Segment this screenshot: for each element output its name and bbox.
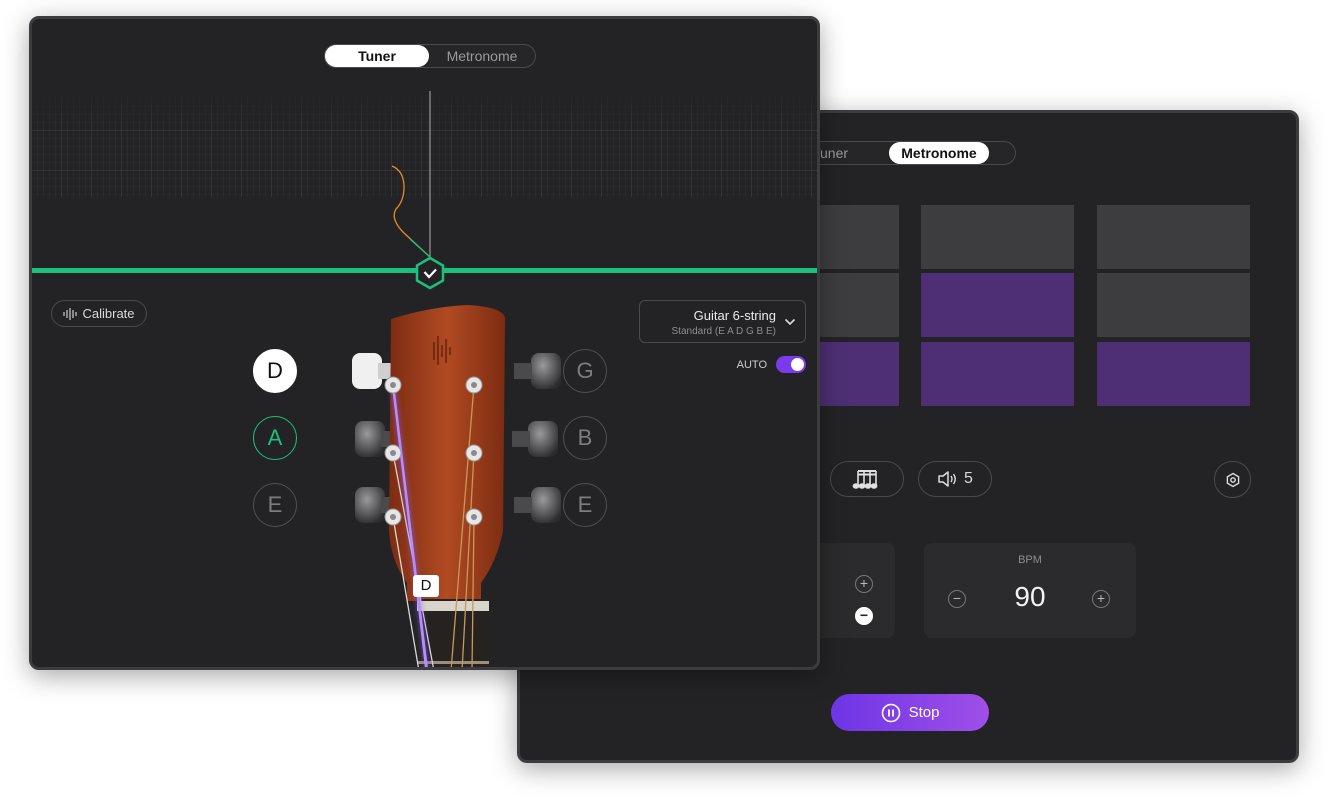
instrument-name: Guitar 6-string bbox=[693, 308, 776, 323]
volume-value: 5 bbox=[964, 470, 973, 487]
settings-button[interactable] bbox=[1214, 461, 1251, 498]
beat-pad[interactable] bbox=[921, 205, 1074, 269]
in-tune-indicator-icon bbox=[415, 256, 445, 290]
chevron-down-icon bbox=[784, 318, 796, 326]
beat-pad[interactable] bbox=[921, 342, 1074, 406]
sixteenth-notes-icon bbox=[852, 470, 878, 489]
left-string-note-3[interactable]: E bbox=[253, 483, 297, 527]
pause-icon bbox=[881, 703, 900, 722]
volume-button[interactable]: 5 bbox=[918, 461, 992, 497]
beat-pad[interactable] bbox=[1097, 273, 1250, 337]
beat-pad[interactable] bbox=[820, 342, 899, 406]
beat-pad[interactable] bbox=[921, 273, 1074, 337]
rhythm-pattern-button[interactable] bbox=[830, 461, 904, 497]
calibrate-label: Calibrate bbox=[82, 306, 135, 321]
beat-pad[interactable] bbox=[1097, 205, 1250, 269]
guitar-headstock bbox=[352, 305, 561, 667]
bpm-label: BPM bbox=[1018, 554, 1042, 566]
right-string-note-1[interactable]: G bbox=[563, 349, 607, 393]
beats-decrease-button[interactable]: − bbox=[855, 607, 873, 625]
calibrate-button[interactable]: Calibrate bbox=[51, 300, 147, 327]
auto-label: AUTO bbox=[736, 359, 767, 371]
tab-metronome[interactable]: Metronome bbox=[889, 142, 989, 164]
beat-pad[interactable] bbox=[1097, 342, 1250, 406]
waveform-icon bbox=[63, 307, 78, 320]
tab-metronome[interactable]: Metronome bbox=[429, 45, 535, 67]
tab-tuner[interactable]: Tuner bbox=[325, 45, 429, 67]
auto-toggle[interactable] bbox=[776, 356, 806, 373]
beat-pad[interactable] bbox=[820, 205, 899, 269]
stop-label: Stop bbox=[908, 704, 940, 721]
right-string-note-3[interactable]: E bbox=[563, 483, 607, 527]
tuner-window: Tuner Metronome Calibrate Guitar 6-strin… bbox=[29, 16, 820, 670]
bpm-increase-button[interactable]: + bbox=[1092, 590, 1110, 608]
instrument-tuning: Standard (E A D G B E) bbox=[671, 326, 777, 337]
gear-icon bbox=[1226, 472, 1239, 487]
left-string-note-1[interactable]: D bbox=[253, 349, 297, 393]
right-string-note-2[interactable]: B bbox=[563, 416, 607, 460]
beat-pad[interactable] bbox=[820, 273, 899, 337]
left-string-note-2[interactable]: A bbox=[253, 416, 297, 460]
instrument-selector[interactable]: Guitar 6-string Standard (E A D G B E) bbox=[639, 300, 806, 343]
speaker-icon bbox=[938, 471, 956, 487]
nut-note-marker: D bbox=[413, 575, 439, 597]
beats-increase-button[interactable]: + bbox=[855, 575, 873, 593]
pitch-graph bbox=[32, 91, 817, 290]
stop-button[interactable]: Stop bbox=[831, 694, 989, 731]
bpm-panel: BPM − 90 + bbox=[924, 543, 1136, 638]
tuner-tab-switcher: Tuner Metronome bbox=[324, 44, 536, 68]
